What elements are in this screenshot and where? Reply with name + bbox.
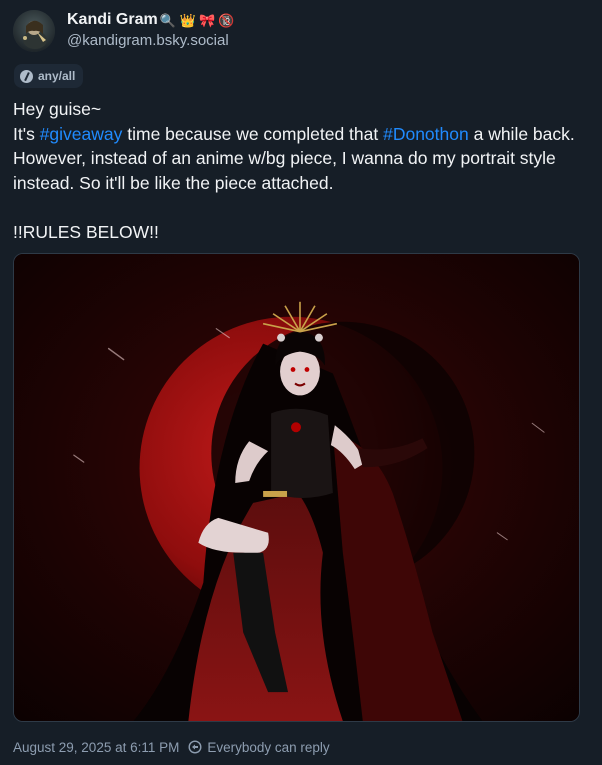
post-text-segment: It's — [13, 123, 40, 144]
post-text: Hey guise~ It's #giveaway time because w… — [13, 97, 588, 244]
feed-chip-label: any/all — [38, 69, 76, 83]
hashtag-donothon[interactable]: #Donothon — [383, 124, 469, 144]
display-name[interactable]: Kandi Gram — [67, 11, 158, 29]
post-body: It's #giveaway time because we completed… — [13, 122, 588, 196]
globe-reply-icon — [188, 740, 202, 754]
avatar[interactable] — [13, 10, 55, 52]
post-line-greeting: Hey guise~ — [13, 99, 102, 119]
crown-emoji: 👑 — [179, 12, 197, 28]
feed-icon — [20, 69, 33, 83]
author-name-row[interactable]: Kandi Gram 🔍 👑 🎀 🔞 — [67, 10, 234, 30]
magnifier-emoji: 🔍 — [159, 12, 176, 28]
post: Kandi Gram 🔍 👑 🎀 🔞 @kandigram.bsky.socia… — [0, 0, 602, 765]
post-meta: August 29, 2025 at 6:11 PM Everybody can… — [13, 738, 330, 756]
no-under-18-emoji: 🔞 — [218, 12, 235, 28]
reply-setting[interactable]: Everybody can reply — [207, 740, 329, 755]
ribbon-emoji: 🎀 — [199, 12, 216, 28]
author-handle[interactable]: @kandigram.bsky.social — [67, 32, 229, 49]
hashtag-giveaway[interactable]: #giveaway — [40, 124, 123, 144]
post-rules-line: !!RULES BELOW!! — [13, 221, 159, 242]
feed-chip[interactable]: any/all — [14, 64, 84, 88]
post-text-segment: time because we completed that — [122, 123, 384, 144]
post-timestamp[interactable]: August 29, 2025 at 6:11 PM — [13, 740, 179, 755]
post-image[interactable] — [13, 253, 580, 722]
